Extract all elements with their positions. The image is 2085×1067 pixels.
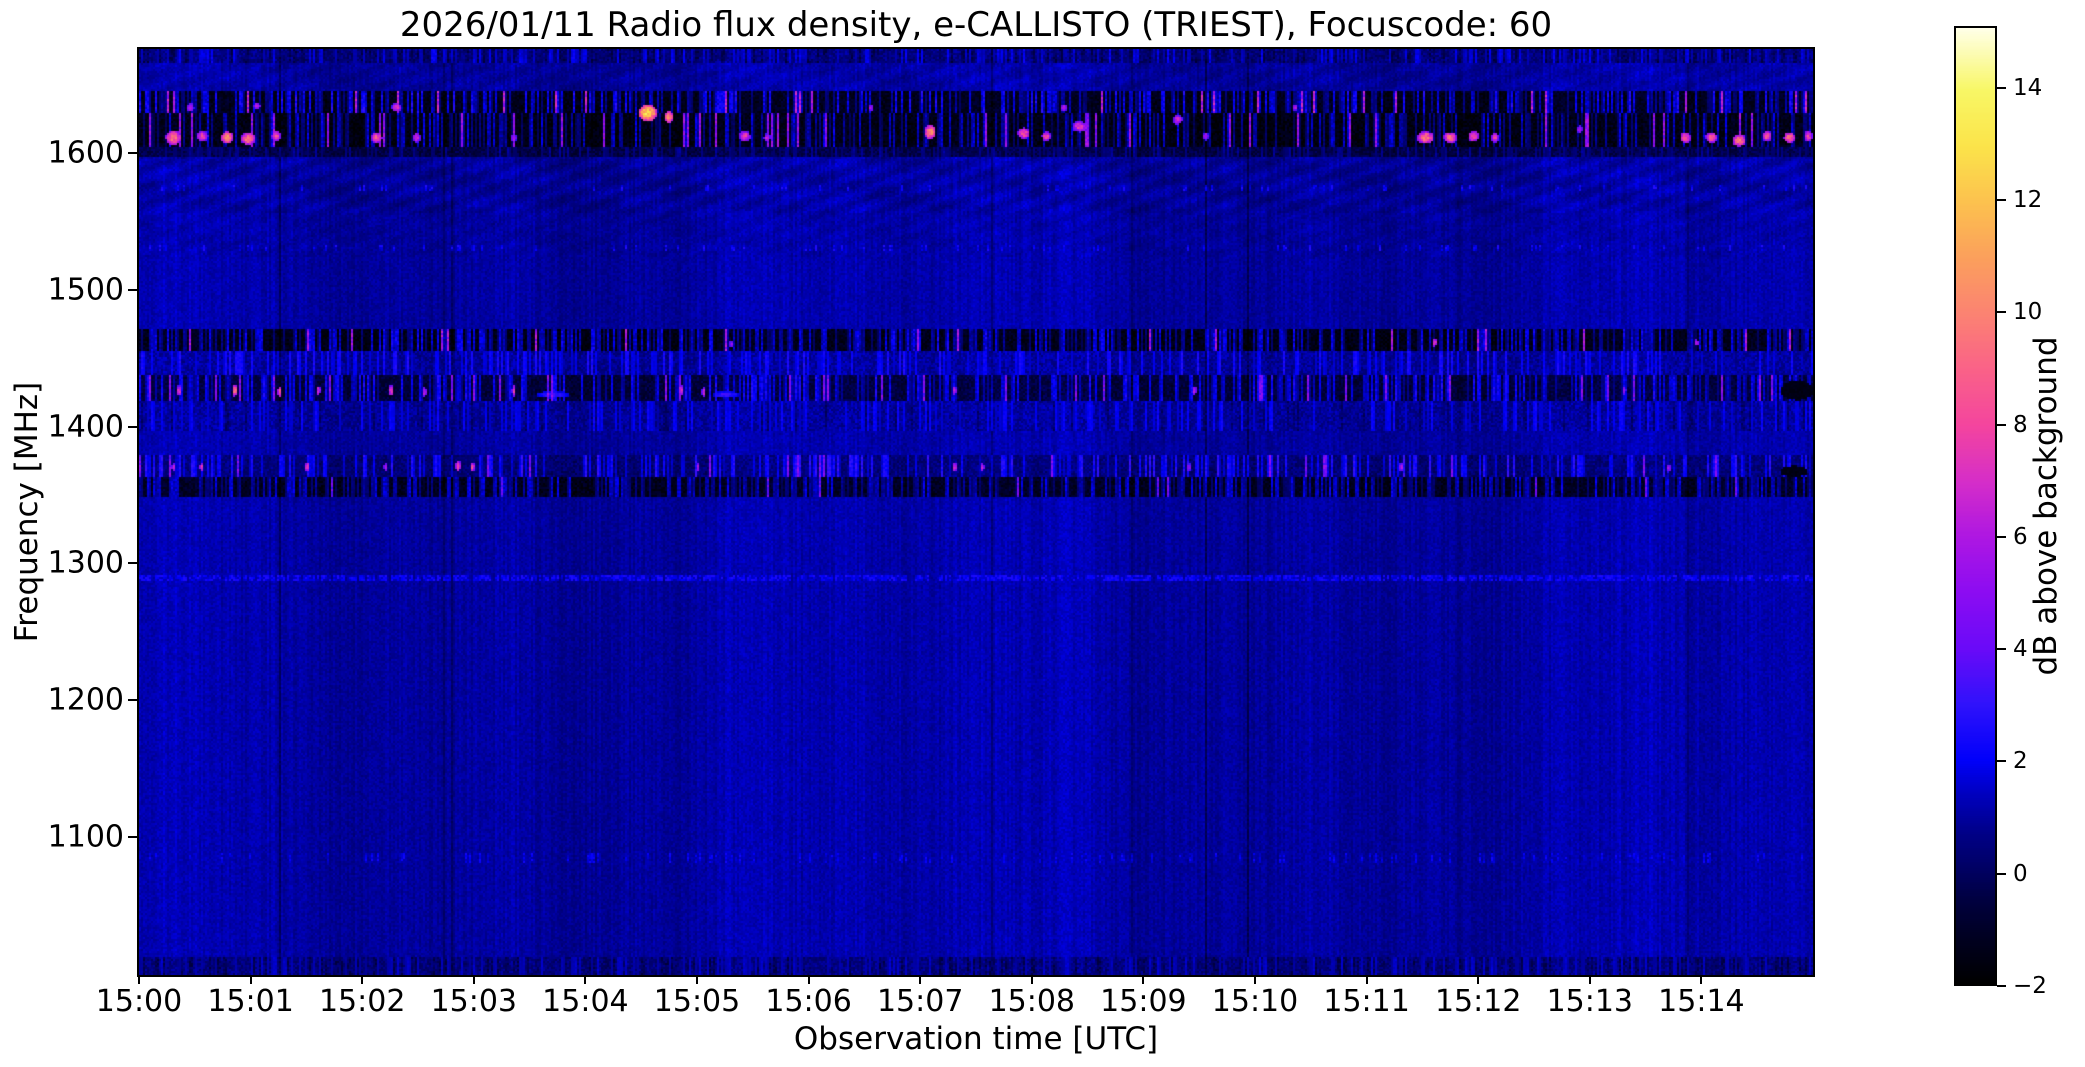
x-tick [138,975,140,984]
colorbar-tick-label: 0 [2013,860,2028,887]
plot-frame [137,47,1815,977]
y-tick-label: 1200 [47,682,124,718]
colorbar-tick-label: 10 [2013,299,2043,326]
colorbar-frame [1954,26,1997,986]
y-tick-label: 1600 [47,135,124,171]
colorbar-tick [1997,648,2006,651]
colorbar-tick-label: 12 [2013,187,2043,214]
x-tick [1477,975,1480,984]
colorbar-tick [1997,872,2006,875]
x-axis-label: Observation time [UTC] [793,1021,1159,1057]
x-tick-label: 15:01 [207,984,294,1019]
colorbar-tick [1997,86,2006,89]
colorbar-tick [1997,985,2006,987]
colorbar-tick [1997,760,2006,763]
x-tick [1365,975,1368,984]
x-tick-label: 15:04 [542,984,629,1019]
x-tick-label: 15:09 [1100,984,1187,1019]
x-tick-label: 15:05 [653,984,741,1019]
colorbar-tick-label: −2 [2013,973,2047,999]
x-tick-label: 15:03 [430,984,518,1019]
y-tick-label: 1300 [47,545,124,581]
x-tick [1254,975,1256,984]
x-tick-label: 15:07 [876,984,964,1019]
x-tick [696,975,698,984]
y-tick [128,562,137,565]
x-tick-label: 15:11 [1323,984,1410,1019]
x-tick [1588,975,1591,984]
x-tick [249,975,252,984]
x-tick [1700,975,1703,984]
chart-title: 2026/01/11 Radio flux density, e-CALLIST… [399,5,1553,45]
x-tick-label: 15:10 [1211,984,1299,1019]
y-tick [128,835,137,838]
colorbar-label: dB above background [2028,336,2064,676]
x-tick [1142,975,1145,984]
colorbar-tick-label: 14 [2013,74,2043,101]
colorbar-tick-label: 8 [2013,411,2028,438]
colorbar-tick [1997,311,2006,314]
x-tick-label: 15:14 [1658,984,1745,1019]
colorbar-tick [1997,423,2006,426]
y-tick [128,699,137,702]
x-tick-label: 15:13 [1546,984,1634,1019]
y-tick [128,425,137,428]
x-tick-label: 15:08 [988,984,1076,1019]
colorbar-tick [1997,535,2006,538]
colorbar-tick-label: 2 [2013,748,2028,775]
x-tick-label: 15:00 [95,984,183,1019]
y-tick-label: 1400 [47,409,124,444]
colorbar-tick-label: 6 [2013,523,2028,550]
y-tick [128,288,137,291]
x-tick [1030,975,1033,984]
colorbar-tick-label: 4 [2013,636,2028,663]
y-tick-label: 1500 [47,272,124,308]
x-tick [807,975,810,984]
y-tick-label: 1100 [47,819,124,855]
colorbar-tick [1997,199,2006,202]
x-tick-label: 15:12 [1434,984,1522,1019]
x-tick [361,975,364,984]
x-tick [584,975,587,984]
x-tick [919,975,922,984]
x-tick-label: 15:06 [765,984,852,1019]
x-tick [472,975,475,984]
y-tick [128,151,137,154]
spectrogram-figure: 2026/01/11 Radio flux density, e-CALLIST… [0,0,2085,1067]
x-tick-label: 15:02 [318,984,406,1019]
